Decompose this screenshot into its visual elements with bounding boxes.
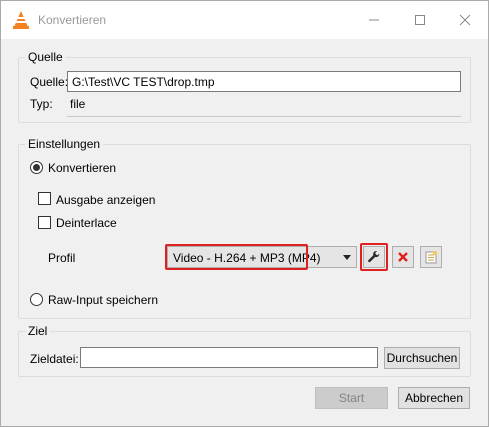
profile-label: Profil [48, 251, 76, 265]
title-bar[interactable]: Konvertieren [1, 1, 488, 39]
convert-label[interactable]: Konvertieren [48, 161, 116, 175]
vlc-cone-icon [13, 11, 29, 29]
destination-legend: Ziel [25, 324, 51, 338]
minimize-button[interactable] [351, 1, 397, 39]
red-x-icon [398, 252, 408, 262]
new-profile-button[interactable] [420, 246, 442, 268]
start-button[interactable]: Start [315, 387, 388, 409]
cancel-button[interactable]: Abbrechen [398, 387, 470, 409]
convert-radio[interactable] [30, 161, 43, 174]
deinterlace-checkbox[interactable] [38, 216, 51, 229]
maximize-button[interactable] [397, 1, 443, 39]
raw-input-radio[interactable] [30, 293, 43, 306]
close-button[interactable] [442, 1, 488, 39]
convert-dialog: Konvertieren Quelle Quelle: Typ: file Ei… [0, 0, 489, 427]
minimize-icon [369, 19, 379, 21]
source-legend: Quelle [25, 50, 66, 64]
source-divider [67, 116, 461, 117]
maximize-icon [415, 15, 425, 25]
profile-highlight-box [165, 244, 308, 270]
window-title: Konvertieren [38, 13, 107, 27]
raw-input-label[interactable]: Raw-Input speichern [48, 293, 158, 307]
wrench-highlight-box [360, 243, 388, 271]
show-output-label[interactable]: Ausgabe anzeigen [56, 193, 155, 207]
deinterlace-label[interactable]: Deinterlace [56, 216, 117, 230]
show-output-checkbox[interactable] [38, 192, 51, 205]
chevron-down-icon [343, 255, 351, 260]
type-label: Typ: [30, 97, 53, 111]
target-file-label: Zieldatei: [30, 352, 79, 366]
type-value: file [70, 97, 86, 111]
browse-button[interactable]: Durchsuchen [384, 347, 460, 369]
close-icon [459, 14, 471, 26]
source-label: Quelle: [30, 75, 69, 89]
target-file-field[interactable] [80, 347, 378, 368]
source-path-field[interactable] [67, 71, 461, 92]
settings-legend: Einstellungen [25, 137, 104, 151]
new-profile-icon [425, 251, 437, 264]
delete-profile-button[interactable] [392, 246, 414, 268]
